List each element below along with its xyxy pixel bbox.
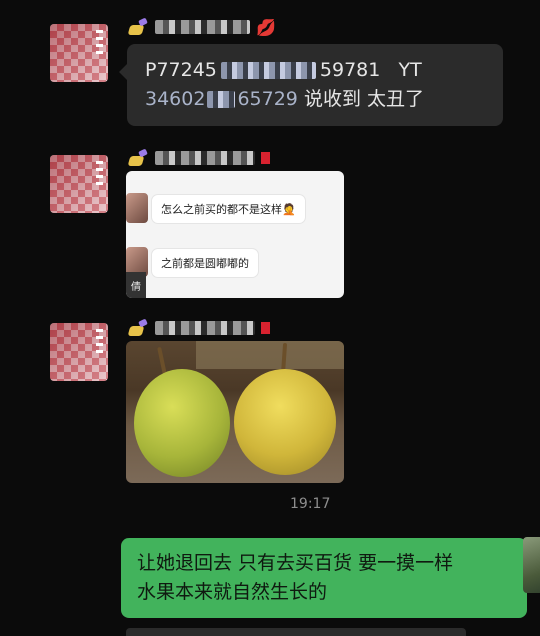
sender-avatar[interactable] (50, 323, 108, 381)
tracking-id2-suffix: 65729 (237, 88, 298, 110)
outgoing-line-1: 让她退回去 只有去买百货 要一摸一样 (137, 552, 454, 574)
self-avatar[interactable] (523, 537, 540, 593)
sender-name (127, 148, 270, 168)
tracking-id2-prefix: 34602 (145, 88, 206, 110)
carrier-code: YT (398, 59, 422, 81)
message-tail: 说收到 太丑了 (303, 88, 424, 110)
pear-photo[interactable] (126, 341, 344, 483)
nail-polish-icon (127, 18, 149, 36)
quoted-message: 怎么之前买的都不是这样🤦 (152, 195, 305, 223)
sender-name: 💋 (127, 17, 276, 37)
quoted-tab: 倩 (126, 272, 146, 298)
next-message-edge (126, 628, 466, 636)
nail-polish-icon (127, 149, 149, 167)
photo-backdrop (196, 341, 344, 369)
sender-name (127, 318, 270, 338)
quoted-message: 之前都是圆嘟嘟的 (152, 249, 258, 277)
outgoing-line-2: 水果本来就自然生长的 (137, 581, 328, 603)
pear-left (134, 369, 230, 477)
tracking-id-prefix: P77245 (145, 59, 217, 81)
message-bubble-tracking[interactable]: P77245 59781 YT 34602 65729 说收到 太丑了 (119, 44, 503, 126)
pear-stem (157, 346, 167, 376)
tracking-id-suffix: 59781 (319, 59, 381, 81)
pear-right (234, 369, 336, 475)
red-badge (261, 152, 270, 164)
timestamp: 19:17 (290, 496, 331, 512)
sender-avatar[interactable] (50, 24, 108, 82)
redacted-segment (207, 91, 236, 108)
blurred-name (155, 20, 250, 34)
redacted-segment (220, 62, 316, 79)
blurred-name (155, 321, 255, 335)
mini-avatar (126, 193, 148, 223)
red-badge (261, 322, 270, 334)
chat-screenshot-card[interactable]: 怎么之前买的都不是这样🤦 之前都是圆嘟嘟的 倩 (126, 171, 344, 298)
blurred-name (155, 151, 255, 165)
sender-avatar[interactable] (50, 155, 108, 213)
outgoing-message[interactable]: 让她退回去 只有去买百货 要一摸一样 水果本来就自然生长的 (121, 538, 535, 618)
lips-icon: 💋 (256, 17, 276, 37)
nail-polish-icon (127, 319, 149, 337)
